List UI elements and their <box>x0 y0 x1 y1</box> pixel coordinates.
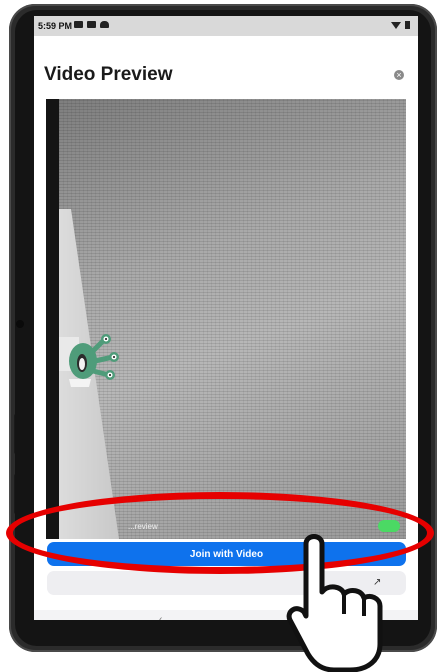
power-button <box>14 474 18 514</box>
camera-feed <box>59 99 406 539</box>
toy-figure-image <box>59 334 119 387</box>
image-icon <box>74 21 83 28</box>
video-icon <box>87 21 96 28</box>
dialog-title: Video Preview <box>44 64 173 85</box>
battery-icon <box>405 21 410 29</box>
status-bar: 5:59 PM <box>34 16 418 36</box>
status-icons-right <box>391 21 410 29</box>
volume-button <box>14 414 18 454</box>
cloud-icon <box>100 21 109 28</box>
wifi-icon <box>391 21 401 29</box>
pointer-hand-icon <box>286 534 383 672</box>
close-icon: × <box>396 70 402 80</box>
status-time: 5:59 PM <box>38 21 73 31</box>
status-icons-left <box>74 21 109 28</box>
front-camera-icon <box>16 320 24 328</box>
video-preview <box>46 99 406 539</box>
back-chevron-icon[interactable]: ‹ <box>159 614 162 620</box>
close-button[interactable]: × <box>394 70 404 80</box>
